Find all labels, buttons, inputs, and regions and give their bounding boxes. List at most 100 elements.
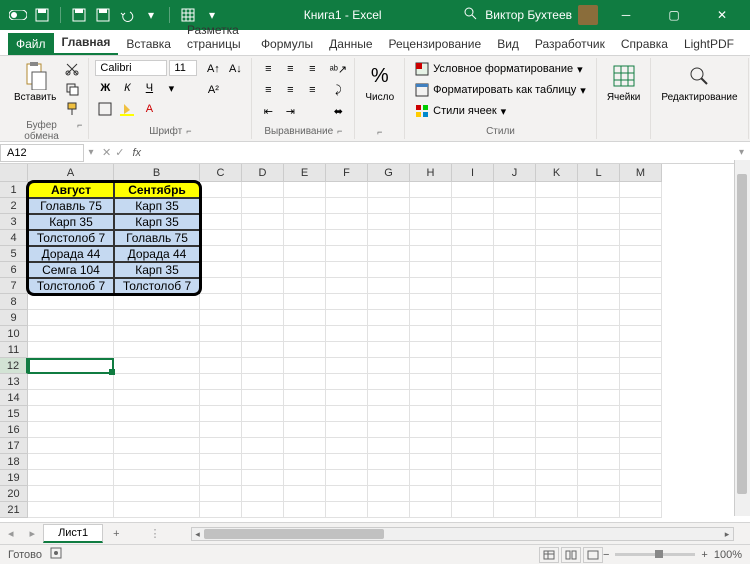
cell-I20[interactable] [452, 486, 494, 502]
cell-D2[interactable] [242, 198, 284, 214]
cell-I21[interactable] [452, 502, 494, 518]
cell-B16[interactable] [114, 422, 200, 438]
format-painter-icon[interactable] [62, 100, 82, 118]
cell-C7[interactable] [200, 278, 242, 294]
cell-M4[interactable] [620, 230, 662, 246]
cell-H3[interactable] [410, 214, 452, 230]
cell-K3[interactable] [536, 214, 578, 230]
decrease-font-icon[interactable]: A↓ [225, 60, 245, 78]
cell-C1[interactable] [200, 182, 242, 198]
cell-C18[interactable] [200, 454, 242, 470]
cell-K13[interactable] [536, 374, 578, 390]
cell-H15[interactable] [410, 406, 452, 422]
cell-F14[interactable] [326, 390, 368, 406]
cell-B15[interactable] [114, 406, 200, 422]
cell-F6[interactable] [326, 262, 368, 278]
cell-L2[interactable] [578, 198, 620, 214]
cell-D15[interactable] [242, 406, 284, 422]
row-header-13[interactable]: 13 [0, 374, 28, 390]
col-header-F[interactable]: F [326, 164, 368, 182]
cell-L15[interactable] [578, 406, 620, 422]
cell-H19[interactable] [410, 470, 452, 486]
cell-A21[interactable] [28, 502, 114, 518]
cell-G19[interactable] [368, 470, 410, 486]
cell-D6[interactable] [242, 262, 284, 278]
cell-A14[interactable] [28, 390, 114, 406]
cell-G1[interactable] [368, 182, 410, 198]
cell-E11[interactable] [284, 342, 326, 358]
cell-I11[interactable] [452, 342, 494, 358]
macro-record-icon[interactable] [50, 547, 62, 562]
cell-A18[interactable] [28, 454, 114, 470]
cell-J2[interactable] [494, 198, 536, 214]
font-launcher-icon[interactable]: ⌐ [186, 126, 191, 137]
align-middle-icon[interactable]: ≡ [280, 60, 300, 78]
cell-M16[interactable] [620, 422, 662, 438]
cell-D11[interactable] [242, 342, 284, 358]
cell-H13[interactable] [410, 374, 452, 390]
cell-D14[interactable] [242, 390, 284, 406]
tab-formulas[interactable]: Формулы [253, 33, 321, 55]
col-header-C[interactable]: C [200, 164, 242, 182]
cell-K12[interactable] [536, 358, 578, 374]
tab-home[interactable]: Главная [54, 31, 119, 55]
cell-K19[interactable] [536, 470, 578, 486]
col-header-J[interactable]: J [494, 164, 536, 182]
data-cell[interactable]: Карп 35 [28, 214, 114, 230]
cell-B12[interactable] [114, 358, 200, 374]
data-cell[interactable]: Дорада 44 [114, 246, 200, 262]
cell-I9[interactable] [452, 310, 494, 326]
border-icon[interactable]: ▾ [161, 79, 181, 97]
underline-button[interactable]: Ч [139, 79, 159, 97]
view-pagelayout-icon[interactable] [561, 547, 581, 563]
cell-J16[interactable] [494, 422, 536, 438]
col-header-L[interactable]: L [578, 164, 620, 182]
col-header-A[interactable]: A [28, 164, 114, 182]
cell-G8[interactable] [368, 294, 410, 310]
cell-D16[interactable] [242, 422, 284, 438]
cell-B11[interactable] [114, 342, 200, 358]
cell-J19[interactable] [494, 470, 536, 486]
view-pagebreak-icon[interactable] [583, 547, 603, 563]
cell-D20[interactable] [242, 486, 284, 502]
align-center-icon[interactable]: ≡ [280, 81, 300, 99]
cell-J6[interactable] [494, 262, 536, 278]
view-normal-icon[interactable] [539, 547, 559, 563]
cell-L7[interactable] [578, 278, 620, 294]
cell-styles-button[interactable]: Стили ячеек ▾ [411, 102, 590, 120]
cell-G15[interactable] [368, 406, 410, 422]
hscroll-left-icon[interactable]: ◂ [192, 528, 204, 540]
cell-F4[interactable] [326, 230, 368, 246]
clipboard-launcher-icon[interactable]: ⌐ [77, 120, 82, 142]
cell-B8[interactable] [114, 294, 200, 310]
cell-D3[interactable] [242, 214, 284, 230]
cell-A11[interactable] [28, 342, 114, 358]
col-header-I[interactable]: I [452, 164, 494, 182]
cancel-formula-icon[interactable]: ✕ [102, 146, 111, 159]
cell-F21[interactable] [326, 502, 368, 518]
cell-H21[interactable] [410, 502, 452, 518]
cell-L17[interactable] [578, 438, 620, 454]
cell-I7[interactable] [452, 278, 494, 294]
col-header-D[interactable]: D [242, 164, 284, 182]
cell-A12[interactable] [28, 358, 114, 374]
data-cell[interactable]: Карп 35 [114, 198, 200, 214]
hscroll-thumb[interactable] [204, 529, 384, 539]
align-right-icon[interactable]: ≡ [302, 81, 322, 99]
cell-A17[interactable] [28, 438, 114, 454]
row-header-15[interactable]: 15 [0, 406, 28, 422]
cell-J4[interactable] [494, 230, 536, 246]
user-account[interactable]: Виктор Бухтеев [485, 5, 598, 25]
col-header-H[interactable]: H [410, 164, 452, 182]
cell-D12[interactable] [242, 358, 284, 374]
cell-F2[interactable] [326, 198, 368, 214]
cell-M12[interactable] [620, 358, 662, 374]
cell-M9[interactable] [620, 310, 662, 326]
cell-F13[interactable] [326, 374, 368, 390]
cell-K11[interactable] [536, 342, 578, 358]
cell-F9[interactable] [326, 310, 368, 326]
hscroll-right-icon[interactable]: ▸ [721, 528, 733, 540]
cell-E15[interactable] [284, 406, 326, 422]
cell-J8[interactable] [494, 294, 536, 310]
redo-icon[interactable]: ▾ [141, 5, 161, 25]
